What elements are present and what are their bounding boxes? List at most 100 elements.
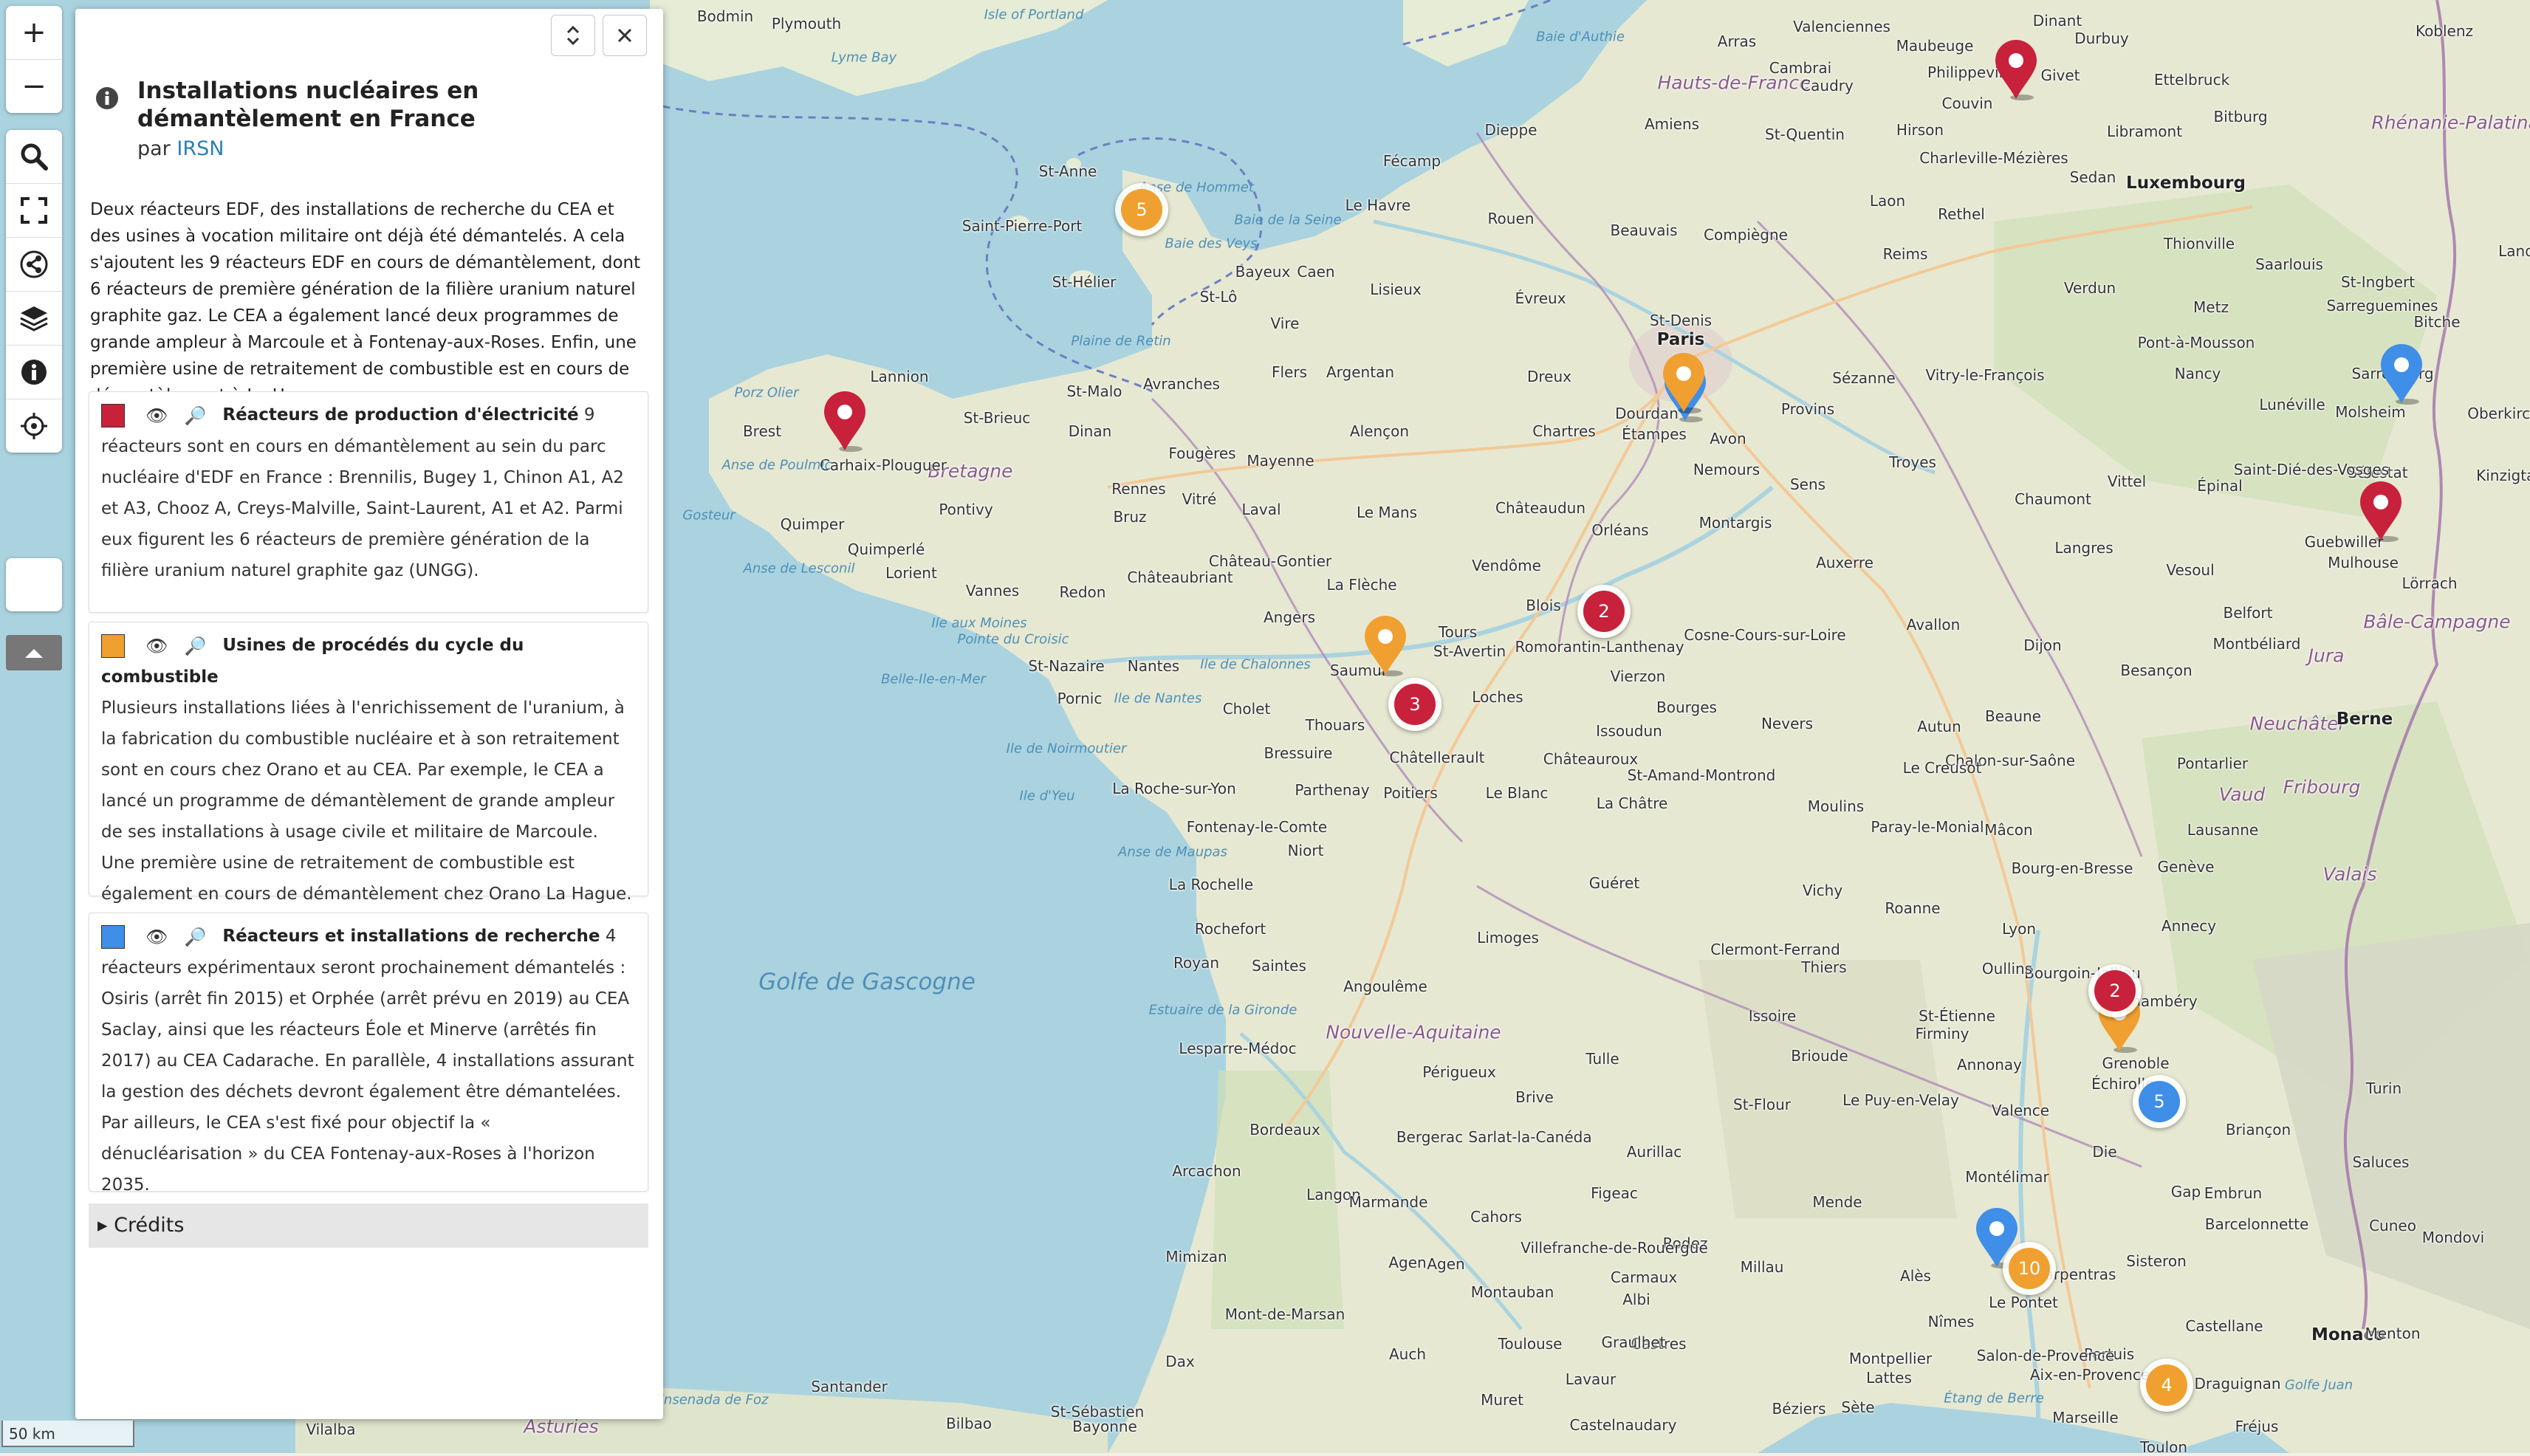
place-label: Barcelonnette (2204, 1215, 2309, 1233)
credits-toggle[interactable]: ▸ Crédits (89, 1203, 648, 1248)
share-button[interactable] (6, 238, 62, 292)
place-label: Flers (1271, 363, 1308, 381)
place-label: Mende (1812, 1193, 1862, 1211)
scale-bar: 50 km (1, 1421, 134, 1447)
place-label: Baie des Veys (1165, 236, 1258, 252)
zoom-out-button[interactable]: − (6, 60, 62, 113)
fullscreen-button[interactable] (6, 184, 62, 238)
map-marker-pin[interactable] (1362, 614, 1409, 676)
zoom-in-button[interactable]: + (6, 6, 62, 60)
place-label: St-Avertin (1433, 642, 1506, 660)
marker-cluster[interactable]: 3 (1388, 678, 1441, 731)
info-button[interactable] (6, 346, 62, 399)
place-label: Avon (1710, 430, 1746, 447)
eye-icon[interactable]: 👁 (145, 400, 168, 431)
place-label: Bourges (1656, 698, 1717, 716)
panel-byline: par IRSN (137, 137, 641, 160)
place-label: Lannion (870, 368, 929, 385)
marker-cluster[interactable]: 4 (2140, 1359, 2193, 1412)
chevron-up-icon (25, 649, 43, 658)
place-label: Vaud (2218, 783, 2266, 806)
map-marker-pin[interactable] (2378, 343, 2425, 405)
search-icon (21, 143, 48, 171)
marker-cluster[interactable]: 5 (2133, 1075, 2186, 1128)
place-label: Paray-le-Monial (1871, 818, 1984, 836)
layers-button[interactable] (6, 292, 62, 346)
close-icon (617, 28, 632, 43)
collapse-panel-button[interactable] (6, 635, 62, 670)
place-label: Vannes (965, 582, 1020, 600)
map-marker-pin[interactable] (1660, 351, 1707, 413)
place-label: Baie d'Authie (1536, 29, 1625, 45)
panel-title: Installations nucléaires en démantèlemen… (137, 78, 479, 132)
eye-icon[interactable]: 👁 (145, 631, 168, 662)
zoom-to-layer-icon[interactable]: 🔎 (184, 631, 206, 662)
map-marker-pin[interactable] (2357, 480, 2404, 542)
map-marker-pin[interactable] (1992, 38, 2040, 100)
place-label: Millau (1740, 1258, 1784, 1276)
place-label: Vittel (2107, 473, 2147, 490)
cluster-count: 4 (2146, 1364, 2187, 1406)
place-label: Albi (1622, 1291, 1650, 1308)
place-label: Plaine de Retin (1071, 333, 1171, 349)
place-label: Provins (1780, 400, 1835, 418)
eye-icon[interactable]: 👁 (145, 921, 168, 952)
cluster-count: 2 (1583, 591, 1625, 632)
place-label: Toulouse (1498, 1335, 1563, 1353)
place-label: Montauban (1470, 1283, 1554, 1301)
place-label: Cambrai (1769, 59, 1832, 77)
zoom-control[interactable]: + − (6, 6, 62, 113)
place-label: Bourg-en-Bresse (2011, 859, 2133, 877)
place-label: Bilbao (945, 1415, 993, 1432)
pin-icon (2381, 344, 2422, 405)
place-label: Pontarlier (2176, 755, 2249, 772)
place-label: Nevers (1761, 715, 1814, 732)
marker-cluster[interactable]: 10 (2003, 1242, 2056, 1295)
place-label: Mâcon (1984, 821, 2033, 839)
place-label: Châteauroux (1543, 750, 1639, 768)
place-label: Dinant (2032, 12, 2082, 30)
panel-close-button[interactable] (603, 15, 647, 56)
place-label: Carmaux (1610, 1268, 1678, 1286)
place-label: Laon (1869, 192, 1906, 210)
place-label: Fribourg (2283, 776, 2361, 798)
place-label: Marmande (1348, 1193, 1428, 1211)
place-label: Fontenay-le-Comte (1186, 818, 1328, 836)
marker-cluster[interactable]: 5 (1115, 183, 1168, 236)
place-label: Metz (2193, 298, 2229, 316)
place-label: Avranches (1143, 375, 1220, 393)
place-label: Langres (2054, 539, 2114, 557)
place-label: St-Denis (1649, 312, 1713, 329)
place-label: Angers (1264, 608, 1315, 626)
place-label: Carhaix-Plouguer (819, 456, 947, 474)
place-label: Dax (1165, 1353, 1195, 1370)
map-marker-pin[interactable] (821, 390, 868, 452)
cluster-count: 5 (1121, 189, 1162, 230)
place-label: Ensenada de Foz (655, 1392, 769, 1408)
place-label: St-Quentin (1765, 126, 1845, 143)
place-label: St-Hélier (1052, 273, 1117, 291)
pin-icon (1995, 40, 2037, 100)
layer-card-recherche: 👁 🔎 Réacteurs et installations de recherch… (89, 913, 648, 1195)
marker-cluster[interactable]: 2 (1577, 585, 1631, 638)
place-label: Quimper (780, 515, 845, 533)
locate-button[interactable] (6, 399, 62, 453)
zoom-to-layer-icon[interactable]: 🔎 (184, 400, 206, 431)
place-label: Mayenne (1247, 452, 1314, 470)
marker-cluster[interactable]: 2 (2088, 964, 2142, 1017)
panel-expand-button[interactable] (551, 15, 595, 56)
place-label: Berne (2336, 710, 2393, 729)
place-label: Rhénanie-Palatinat (2371, 111, 2530, 134)
zoom-to-layer-icon[interactable]: 🔎 (184, 921, 206, 952)
place-label: Saintes (1252, 957, 1306, 975)
blank-control[interactable] (6, 558, 62, 611)
place-label: Auxerre (1816, 554, 1873, 571)
author-link[interactable]: IRSN (176, 137, 224, 160)
place-label: Vitry-le-François (1925, 366, 2045, 384)
place-label: St-Anne (1038, 162, 1097, 180)
place-label: Chaumont (2015, 490, 2091, 508)
place-label: Bitche (2413, 313, 2461, 331)
map-tools[interactable] (6, 130, 62, 453)
search-button[interactable] (6, 130, 62, 184)
place-label: Luxembourg (2126, 174, 2246, 193)
